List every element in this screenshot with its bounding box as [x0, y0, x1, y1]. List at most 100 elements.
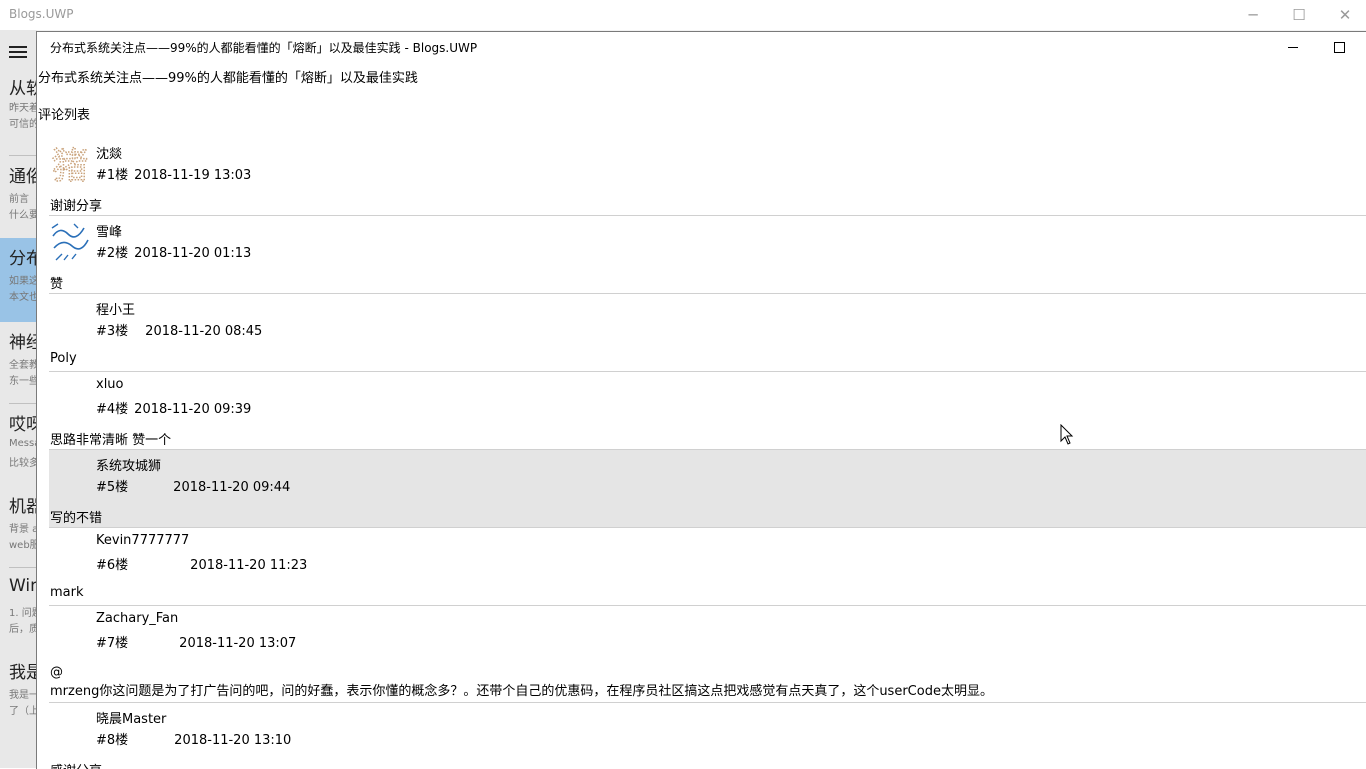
article-summary: 后，质	[9, 624, 37, 635]
hamburger-menu-icon[interactable]	[9, 46, 27, 58]
comment-item-hovered[interactable]: 系统攻城狮 #5楼 2018-11-20 09:44 写的不错	[49, 450, 1366, 528]
mouse-cursor-icon	[1060, 423, 1074, 446]
minimize-icon: ─	[1248, 6, 1258, 24]
comment-author[interactable]: xluo	[96, 377, 124, 392]
article-summary: 如果这	[9, 276, 37, 287]
article-summary: 了（上	[9, 706, 37, 717]
article-list-item[interactable]: 从软 昨天着 可信的	[0, 74, 37, 156]
comment-time: 2018-11-20 11:23	[190, 558, 308, 573]
post-title: 分布式系统关注点——99%的人都能看懂的「熔断」以及最佳实践	[38, 71, 418, 86]
article-summary: 全套教	[9, 360, 37, 371]
maximize-icon	[1333, 41, 1345, 53]
article-summary: 背景 a	[9, 524, 37, 535]
comment-floor: #5楼	[96, 480, 129, 495]
article-list-item[interactable]: Win 1. 问题 后，质	[0, 568, 37, 650]
comment-author[interactable]: 系统攻城狮	[96, 455, 161, 474]
article-list-item-selected[interactable]: 分布 如果这 本文也	[0, 238, 37, 322]
article-summary: 什么要	[9, 210, 37, 221]
wave-line-avatar	[50, 222, 90, 262]
comments-window-title: 分布式系统关注点——99%的人都能看懂的「熔断」以及最佳实践 - Blogs.U…	[50, 41, 478, 55]
comment-author[interactable]: 雪峰	[96, 221, 122, 240]
article-list-item[interactable]: 神经 全套教 东一些	[0, 322, 37, 404]
comment-meta: #4楼 2018-11-20 09:39	[96, 398, 251, 417]
main-titlebar: Blogs.UWP ─ ☐ ✕	[0, 0, 1366, 30]
article-summary: 昨天着	[9, 103, 37, 114]
comment-time: 2018-11-20 09:44	[173, 480, 291, 495]
comment-item[interactable]: 猪 沈燚 #1楼 2018-11-19 13:03 谢谢分享	[49, 138, 1366, 216]
comment-floor: #6楼	[96, 558, 129, 573]
article-title: 分布	[9, 249, 37, 269]
comment-item[interactable]: Kevin7777777 #6楼 2018-11-20 11:23 mark	[49, 528, 1366, 606]
comment-item[interactable]: 程小王 #3楼 2018-11-20 08:45 Poly	[49, 294, 1366, 372]
article-title: 机器	[9, 497, 37, 517]
article-summary: 东一些	[9, 376, 37, 387]
comment-author[interactable]: Kevin7777777	[96, 533, 189, 548]
maximize-icon: ☐	[1292, 6, 1306, 24]
comment-body: mark	[50, 585, 84, 600]
article-title: 从软	[9, 79, 37, 99]
close-icon: ✕	[1338, 6, 1352, 24]
comment-body-line: @	[50, 665, 63, 680]
comment-body: @ mrzeng你这问题是为了打广告问的吧，问的好蠢，表示你懂的概念多？。还带个…	[50, 663, 993, 701]
article-title: 神经	[9, 333, 37, 353]
article-title: 我是	[9, 663, 37, 683]
comment-author[interactable]: Zachary_Fan	[96, 611, 178, 626]
comment-floor: #2楼	[96, 246, 129, 261]
comment-author[interactable]: 沈燚	[96, 143, 122, 162]
comment-item[interactable]: xluo #4楼 2018-11-20 09:39 思路非常清晰 赞一个	[49, 372, 1366, 450]
comment-meta: #8楼 2018-11-20 13:10	[96, 729, 291, 748]
comment-time: 2018-11-19 13:03	[134, 168, 252, 183]
comment-meta: #1楼 2018-11-19 13:03	[96, 164, 251, 183]
comment-body: 赞	[50, 277, 64, 292]
main-maximize-button[interactable]: ☐	[1276, 0, 1322, 30]
article-list-item[interactable]: 通俗 前言（ 什么要	[0, 156, 37, 238]
comment-floor: #8楼	[96, 733, 129, 748]
svg-text:猪: 猪	[52, 146, 88, 184]
minimize-icon	[1288, 46, 1298, 48]
article-list-item[interactable]: 哎呀 Messa 比较多	[0, 404, 37, 486]
comment-item[interactable]: 雪峰 #2楼 2018-11-20 01:13 赞	[49, 216, 1366, 294]
article-summary: 前言（	[9, 194, 37, 205]
article-summary: 1. 问题	[9, 608, 37, 619]
comment-body: 思路非常清晰 赞一个	[50, 433, 172, 448]
comment-time: 2018-11-20 01:13	[134, 246, 252, 261]
comment-body: 写的不错	[50, 511, 103, 526]
article-list-pane: 从软 昨天着 可信的 通俗 前言（ 什么要 分布 如果这 本文也 神经 全套教 …	[0, 30, 37, 768]
article-title: 哎呀	[9, 415, 37, 435]
comment-time: 2018-11-20 08:45	[145, 324, 263, 339]
article-summary: web服	[9, 540, 37, 551]
comment-floor: #7楼	[96, 636, 129, 651]
article-summary: 比较多	[9, 458, 37, 469]
comments-heading: 评论列表	[38, 108, 91, 123]
comment-meta: #5楼 2018-11-20 09:44	[96, 476, 290, 495]
article-summary: 本文也	[9, 292, 37, 303]
main-window-title: Blogs.UWP	[9, 7, 74, 21]
comment-time: 2018-11-20 13:07	[179, 636, 297, 651]
comment-author[interactable]: 晓晨Master	[96, 708, 166, 727]
comment-item[interactable]: 晓晨Master #8楼2018-11-20 13:10 感谢分享	[49, 703, 1366, 769]
comments-minimize-button[interactable]	[1270, 32, 1316, 62]
article-summary: 我是一	[9, 690, 37, 701]
comment-meta: #7楼 2018-11-20 13:07	[96, 632, 296, 651]
comment-meta: #2楼 2018-11-20 01:13	[96, 242, 251, 261]
comment-meta: #3楼 2018-11-20 08:45	[96, 320, 262, 339]
comment-time: 2018-11-20 09:39	[134, 402, 252, 417]
main-close-button[interactable]: ✕	[1322, 0, 1366, 30]
article-list-item[interactable]: 机器 背景 a web服	[0, 486, 37, 568]
comment-author[interactable]: 程小王	[96, 299, 135, 318]
main-minimize-button[interactable]: ─	[1230, 0, 1276, 30]
article-list-item[interactable]: 我是 我是一 了（上	[0, 650, 37, 732]
comment-floor: #4楼	[96, 402, 129, 417]
comment-body: Poly	[50, 351, 77, 366]
comments-maximize-button[interactable]	[1316, 32, 1362, 62]
comment-item[interactable]: Zachary_Fan #7楼 2018-11-20 13:07 @ mrzeng…	[49, 606, 1366, 703]
comment-time: 2018-11-20 13:10	[174, 733, 292, 748]
article-summary: 可信的	[9, 119, 37, 130]
comment-floor: #1楼	[96, 168, 129, 183]
pig-glyph-avatar: 猪	[50, 144, 90, 188]
comments-window-titlebar: 分布式系统关注点——99%的人都能看懂的「熔断」以及最佳实践 - Blogs.U…	[37, 32, 1366, 62]
comment-floor: #3楼	[96, 324, 129, 339]
comment-body: 谢谢分享	[50, 199, 103, 214]
comment-meta: #6楼 2018-11-20 11:23	[96, 554, 307, 573]
article-summary: Messa	[9, 438, 37, 449]
